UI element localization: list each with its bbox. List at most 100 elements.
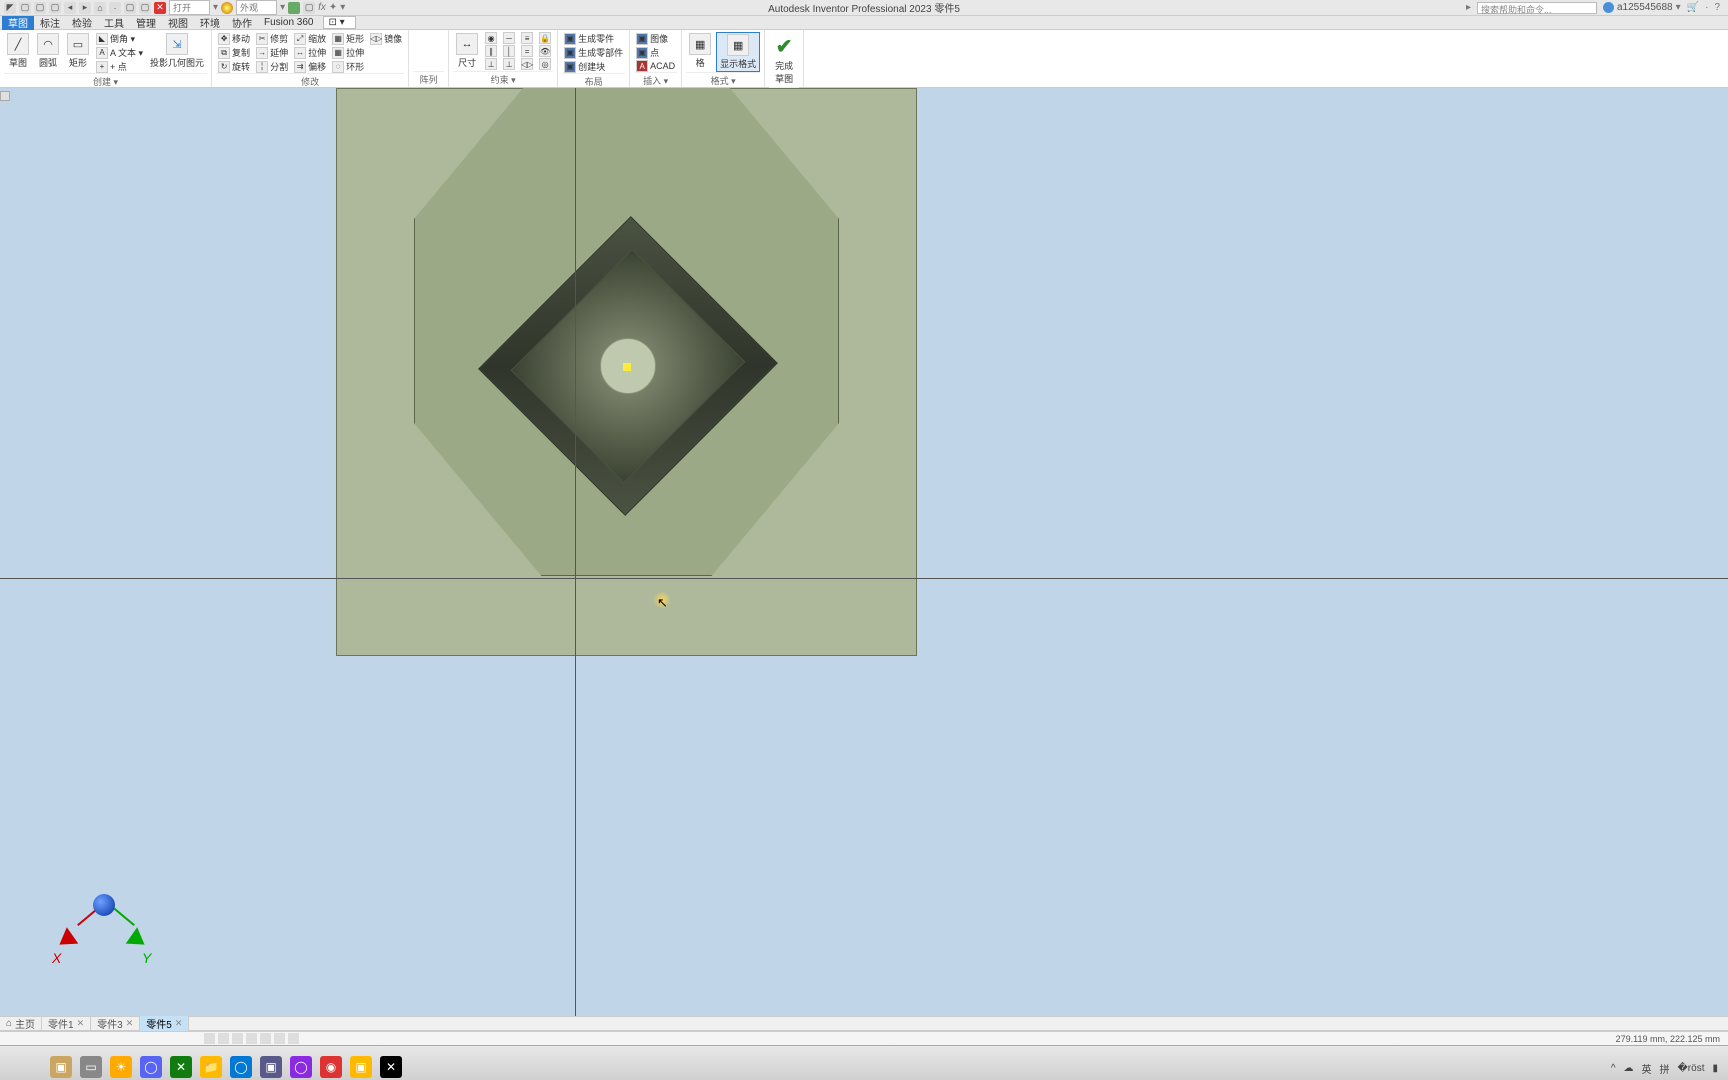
qat-redo-icon[interactable]: ▸ [79,2,91,14]
status-icon[interactable] [288,1033,299,1044]
cmd-rect-pattern[interactable]: ▦矩形 [330,32,366,45]
status-icon[interactable] [246,1033,257,1044]
cmd-scale[interactable]: ⤢缩放 [292,32,328,45]
cmd-constraint-horizontal[interactable]: ─ [501,32,517,44]
tab-fusion360[interactable]: Fusion 360 [258,17,319,28]
qat-open-icon[interactable]: ▢ [34,2,46,14]
tab-sketch[interactable]: 草图 [2,15,34,30]
qat-color-icon[interactable] [288,2,300,14]
cmd-constraint-show[interactable]: 👁 [537,45,553,57]
cmd-split[interactable]: ╎分割 [254,60,290,73]
taskbar-app-app2[interactable]: ◉ [320,1056,342,1078]
cmd-chamfer[interactable]: ◣倒角 ▾ [94,32,145,45]
cart-icon[interactable]: 🛒 [1687,2,1699,13]
cmd-text[interactable]: AA 文本 ▾ [94,46,145,59]
cmd-constraint-coincident[interactable]: ◉ [483,32,499,44]
taskbar-app-weather[interactable]: ☀ [110,1056,132,1078]
taskbar-app-xbox[interactable]: ✕ [170,1056,192,1078]
app-menu-icon[interactable]: ◤ [4,2,16,14]
qat-icon[interactable]: ▢ [124,2,136,14]
status-icon[interactable] [232,1033,243,1044]
cmd-constraint-vertical[interactable]: │ [501,45,517,57]
model-canvas[interactable]: ↖ X Y [0,88,1728,1016]
cmd-constraint-perp[interactable]: ⊥ [501,58,517,70]
cmd-make-component[interactable]: ▣生成零部件 [562,46,625,59]
cmd-sketch[interactable]: ╱草图 [4,32,32,73]
cmd-stretch[interactable]: ↔拉伸 [292,46,328,59]
tab-annotate[interactable]: 标注 [34,15,66,30]
cmd-make-part[interactable]: ▣生成零件 [562,32,625,45]
cmd-insert-acad[interactable]: AACAD [634,60,677,72]
cmd-constraint-parallel[interactable]: ∥ [483,45,499,57]
cmd-extend[interactable]: →延伸 [254,46,290,59]
qat-icon[interactable]: ▢ [303,2,315,14]
cmd-constraint-conc[interactable]: ◎ [537,58,553,70]
cmd-dimension[interactable]: ↔尺寸 [453,32,481,71]
taskbar-app-capcut[interactable]: ✕ [380,1056,402,1078]
taskbar-app-app1[interactable]: ◯ [290,1056,312,1078]
tray-onedrive-icon[interactable]: ☁ [1624,1063,1634,1074]
qat-appearance-ball-icon[interactable] [221,2,233,14]
tab-environment[interactable]: 环境 [194,15,226,30]
tab-tools[interactable]: 工具 [98,15,130,30]
qat-material-label[interactable]: 打开 [169,0,210,15]
taskbar-app-taskview[interactable]: ▭ [80,1056,102,1078]
view-triad[interactable]: X Y [50,886,160,996]
doc-tab-home[interactable]: ⌂主页 [0,1016,42,1031]
qat-new-icon[interactable]: ▢ [19,2,31,14]
taskbar-app-app3[interactable]: ▣ [350,1056,372,1078]
tray-ime2[interactable]: 拼 [1660,1061,1670,1076]
cmd-arc[interactable]: ◠圆弧 [34,32,62,73]
status-icon[interactable] [260,1033,271,1044]
close-icon[interactable]: ✕ [175,1018,183,1029]
help-icon[interactable]: ? [1714,2,1720,13]
taskbar-app-explorer[interactable]: 📁 [200,1056,222,1078]
cmd-rectangle[interactable]: ▭矩形 [64,32,92,73]
cmd-trim[interactable]: ✂修剪 [254,32,290,45]
cmd-move[interactable]: ✥移动 [216,32,252,45]
cmd-constraint-equal[interactable]: = [519,45,535,57]
tab-collaborate[interactable]: 协作 [226,15,258,30]
qat-appearance-label[interactable]: 外观 [236,0,277,15]
tray-battery-icon[interactable]: ▮ [1712,1063,1718,1074]
cmd-finish-sketch[interactable]: ✔ 完成 草图 [769,32,799,87]
close-icon[interactable]: ✕ [77,1018,85,1029]
cmd-rotate[interactable]: ↻旋转 [216,60,252,73]
doc-tab-part3[interactable]: 零件3✕ [91,1016,140,1031]
qat-icon[interactable]: ▢ [139,2,151,14]
taskbar-app-teams[interactable]: ◯ [140,1056,162,1078]
qat-save-icon[interactable]: ▢ [49,2,61,14]
cmd-project-geometry[interactable]: ⇲投影几何图元 [147,32,207,73]
cmd-grid[interactable]: ▦格 [686,32,714,72]
tab-manage[interactable]: 管理 [130,15,162,30]
view-dropdown[interactable]: ⊡ ▾ [323,16,355,29]
browser-collapse-handle[interactable] [0,91,10,101]
cmd-constraint-fix[interactable]: 🔒 [537,32,553,44]
qat-home-icon[interactable]: ⌂ [94,2,106,14]
doc-tab-part1[interactable]: 零件1✕ [42,1016,91,1031]
tab-view[interactable]: 视图 [162,15,194,30]
taskbar-app-edge[interactable]: ◯ [230,1056,252,1078]
status-icon[interactable] [274,1033,285,1044]
cmd-mirror[interactable]: ◁▷镜像 [368,32,404,45]
taskbar-app-store[interactable]: ▣ [260,1056,282,1078]
cmd-constraint-tangent[interactable]: ⊥ [483,58,499,70]
tray-wifi-icon[interactable]: �röst [1678,1063,1705,1074]
taskbar-app-inventor[interactable]: ▣ [50,1056,72,1078]
cmd-offset[interactable]: ⇉偏移 [292,60,328,73]
cmd-circular[interactable]: ◌环形 [330,60,366,73]
cmd-display-format[interactable]: ▦显示格式 [716,32,760,72]
cmd-constraint-colinear[interactable]: ≡ [519,32,535,44]
user-account[interactable]: a125545688 ▾ [1603,2,1681,13]
tray-ime1[interactable]: 英 [1642,1061,1652,1076]
tray-chevron-icon[interactable]: ^ [1611,1063,1616,1074]
cmd-copy[interactable]: ⧉复制 [216,46,252,59]
close-icon[interactable]: ✕ [126,1018,134,1029]
tab-inspect[interactable]: 检验 [66,15,98,30]
cmd-insert-point[interactable]: ▣点 [634,46,677,59]
status-icon[interactable] [204,1033,215,1044]
cmd-create-block[interactable]: ▣创建块 [562,60,625,73]
doc-tab-part5[interactable]: 零件5✕ [140,1016,189,1031]
status-icon[interactable] [218,1033,229,1044]
qat-undo-icon[interactable]: ◂ [64,2,76,14]
